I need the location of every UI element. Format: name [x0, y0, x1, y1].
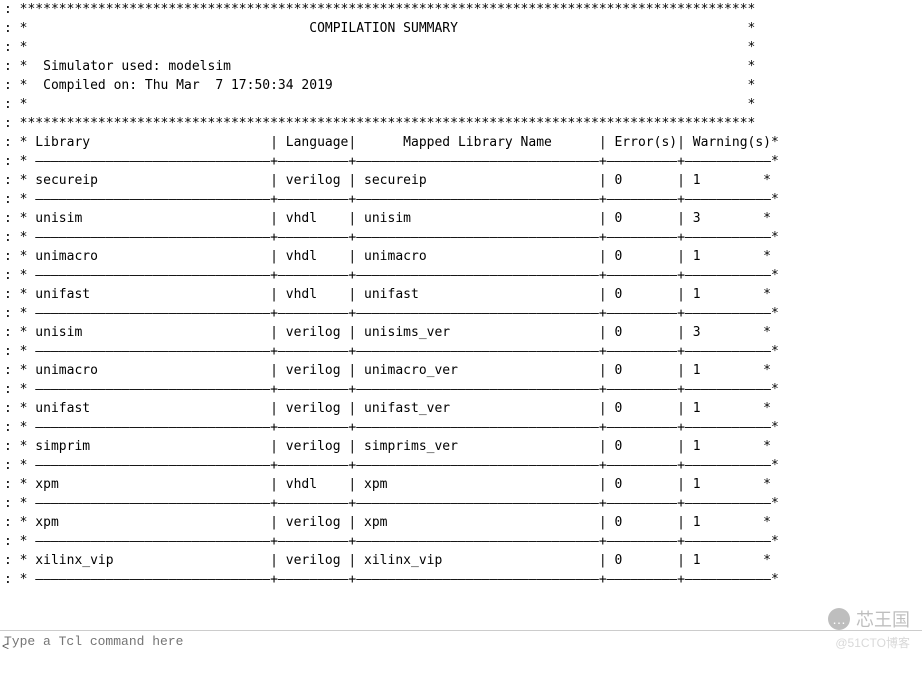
log-text: : **************************************…: [4, 0, 918, 589]
tcl-command-bar: [0, 630, 922, 652]
tcl-command-input[interactable]: [0, 632, 922, 651]
compilation-log: : **************************************…: [0, 0, 922, 630]
scroll-left-indicator: <: [2, 639, 9, 653]
